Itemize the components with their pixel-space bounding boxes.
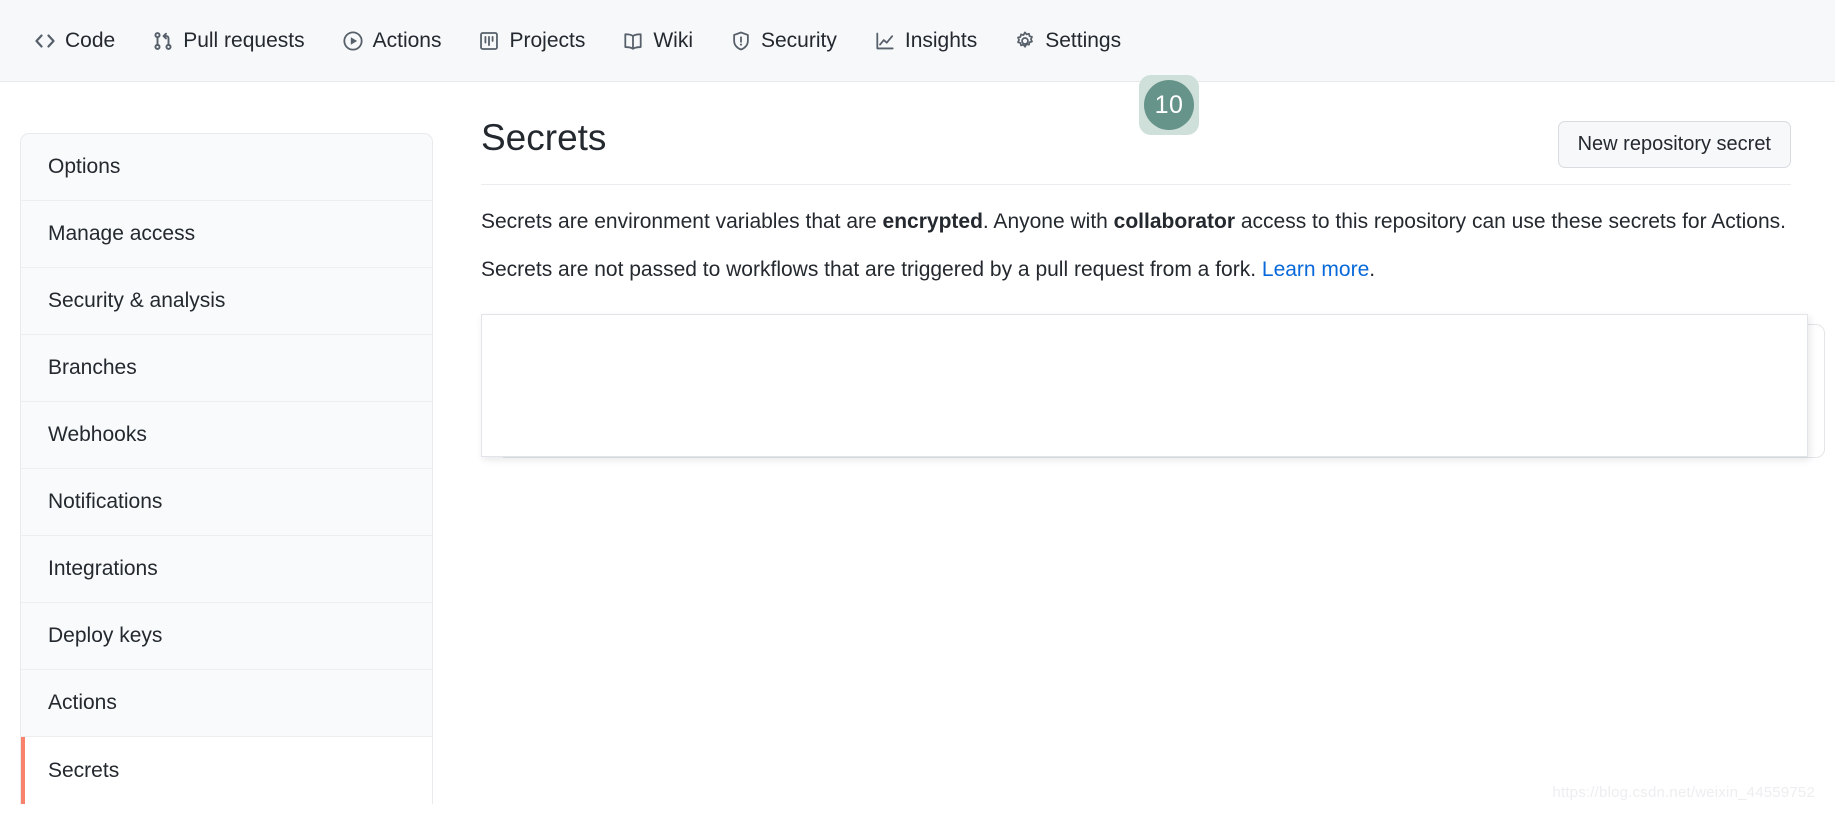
nav-item-insights-label: Insights (904, 29, 978, 52)
encrypted-emphasis: encrypted (882, 210, 983, 233)
sidebar-item-label: Security & analysis (48, 289, 226, 312)
sidebar-item-deploy-keys[interactable]: Deploy keys (21, 603, 432, 670)
nav-item-security-label: Security (761, 29, 837, 52)
sidebar-item-actions[interactable]: Actions (21, 670, 432, 737)
sidebar-item-label: Notifications (48, 490, 163, 513)
github-settings-secrets-page: Code Pull requests Actions Projects Wiki… (0, 0, 1835, 815)
sidebar-item-label: Webhooks (48, 423, 147, 446)
sidebar-item-label: Manage access (48, 222, 196, 245)
code-icon (34, 30, 56, 52)
nav-item-projects[interactable]: Projects (478, 30, 585, 52)
play-circle-icon (342, 30, 364, 52)
sidebar-item-options[interactable]: Options (21, 134, 432, 201)
description-part-1: Secrets are environment variables that a… (481, 210, 883, 233)
sidebar-item-secrets[interactable]: Secrets (21, 737, 432, 804)
description-part-3: access to this repository can use these … (1235, 210, 1786, 233)
git-pull-request-icon (152, 30, 174, 52)
sidebar-item-label: Options (48, 155, 121, 178)
page-title: Secrets (481, 117, 607, 158)
sidebar-item-integrations[interactable]: Integrations (21, 536, 432, 603)
nav-item-pull-requests-label: Pull requests (183, 29, 305, 52)
nav-item-code[interactable]: Code (34, 30, 115, 52)
learn-more-link[interactable]: Learn more (1262, 258, 1369, 281)
nav-item-wiki-label: Wiki (653, 29, 693, 52)
graph-line-icon (874, 30, 896, 52)
secrets-empty-panel (481, 314, 1808, 457)
secrets-description-paragraph: Secrets are environment variables that a… (433, 185, 1813, 238)
sidebar-item-label: Branches (48, 356, 137, 379)
sidebar-item-label: Deploy keys (48, 624, 163, 647)
book-icon (622, 30, 644, 52)
fork-notice-paragraph: Secrets are not passed to workflows that… (433, 238, 1813, 286)
nav-item-wiki[interactable]: Wiki (622, 30, 693, 52)
nav-item-settings[interactable]: Settings (1014, 30, 1121, 52)
nav-item-pull-requests[interactable]: Pull requests (152, 29, 305, 52)
settings-sidebar: Options Manage access Security & analysi… (20, 133, 433, 804)
nav-item-insights[interactable]: Insights (874, 30, 977, 52)
collaborator-emphasis: collaborator (1113, 210, 1236, 233)
sidebar-item-label: Integrations (48, 557, 158, 580)
nav-item-actions-label: Actions (372, 29, 442, 52)
content-header: Secrets New repository secret (433, 110, 1813, 184)
sidebar-item-webhooks[interactable]: Webhooks (21, 402, 432, 469)
project-board-icon (478, 30, 500, 52)
shield-alert-icon (730, 30, 752, 52)
description-part-2: . Anyone with (982, 210, 1114, 233)
sidebar-item-manage-access[interactable]: Manage access (21, 201, 432, 268)
nav-item-code-label: Code (65, 29, 116, 52)
main-content: Secrets New repository secret Secrets ar… (433, 110, 1825, 464)
nav-item-security[interactable]: Security (730, 30, 837, 52)
nav-item-projects-label: Projects (509, 29, 586, 52)
watermark: https://blog.csdn.net/weixin_44559752 (1552, 784, 1815, 801)
fork-notice-text: Secrets are not passed to workflows that… (481, 257, 1262, 281)
fork-notice-suffix: . (1369, 257, 1376, 281)
step-badge-value: 10 (1144, 80, 1194, 130)
sidebar-item-label: Actions (48, 691, 117, 714)
nav-item-actions[interactable]: Actions (342, 29, 442, 52)
secrets-list-area (481, 314, 1825, 464)
sidebar-item-notifications[interactable]: Notifications (21, 469, 432, 536)
new-repository-secret-button[interactable]: New repository secret (1557, 121, 1791, 168)
sidebar-item-security-analysis[interactable]: Security & analysis (21, 268, 432, 335)
gear-icon (1014, 30, 1036, 52)
sidebar-item-branches[interactable]: Branches (21, 335, 432, 402)
repository-nav: Code Pull requests Actions Projects Wiki… (0, 0, 1835, 82)
step-badge: 10 (1139, 75, 1199, 135)
sidebar-item-label: Secrets (48, 758, 120, 782)
nav-item-settings-label: Settings (1045, 29, 1122, 52)
